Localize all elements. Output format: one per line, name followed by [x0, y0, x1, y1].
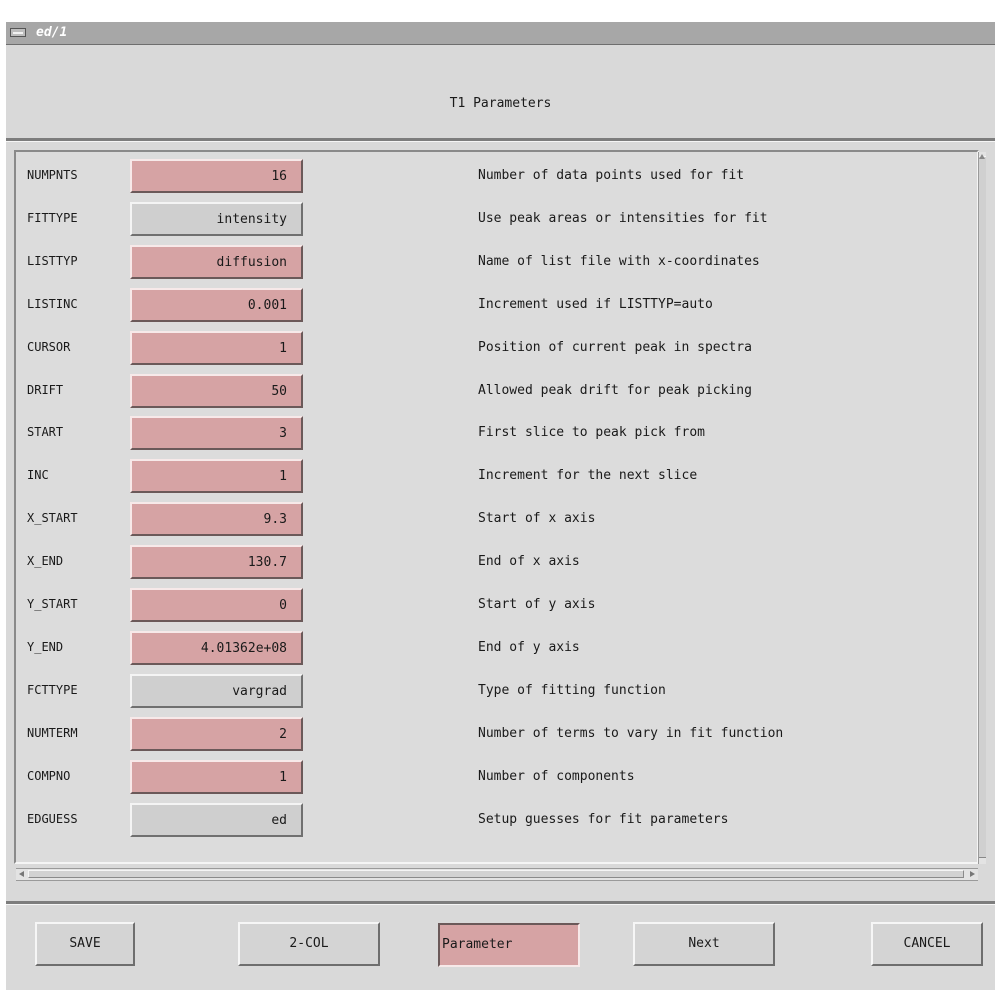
param-name: CURSOR: [27, 339, 71, 354]
cancel-button[interactable]: CANCEL: [871, 922, 983, 966]
param-name: LISTINC: [27, 296, 78, 311]
param-option-menu[interactable]: vargrad: [130, 673, 303, 708]
param-name: EDGUESS: [27, 811, 78, 826]
dialog-header: T1 Parameters: [6, 44, 995, 141]
param-description: Setup guesses for fit parameters: [478, 811, 729, 827]
param-description: Increment for the next slice: [478, 468, 698, 484]
param-value-field[interactable]: 3: [130, 416, 303, 451]
param-row: CURSOR 1 Position of current peak in spect…: [16, 330, 974, 366]
parameter-window: ed/1 T1 Parameters NUMPNTS 16 Number of da…: [6, 22, 995, 990]
param-name: LISTTYP: [27, 253, 78, 268]
param-value-field[interactable]: 130.7: [130, 545, 303, 580]
param-description: Start of x axis: [478, 511, 596, 527]
param-name: INC: [27, 468, 49, 483]
param-row: LISTINC 0.001 Increment used if LISTTYP=au…: [16, 287, 974, 323]
window-title: ed/1: [36, 25, 68, 40]
dialog-title: T1 Parameters: [449, 96, 552, 111]
param-description: Position of current peak in spectra: [478, 339, 752, 355]
param-value-field[interactable]: 1: [130, 330, 303, 365]
param-name: X_START: [27, 511, 78, 526]
param-description: Type of fitting function: [478, 682, 666, 698]
scroll-right-arrow-icon[interactable]: [970, 871, 975, 877]
param-row: LISTTYP diffusion Name of list file with x…: [16, 244, 974, 280]
param-row: X_END 130.7 End of x axis: [16, 544, 974, 580]
param-description: Name of list file with x-coordinates: [478, 253, 760, 269]
param-description: Allowed peak drift for peak picking: [478, 382, 752, 398]
param-option-menu[interactable]: ed: [130, 802, 303, 837]
param-description: End of y axis: [478, 639, 580, 655]
parameter-panel: NUMPNTS 16 Number of data points used for …: [14, 150, 986, 881]
param-value-field[interactable]: diffusion: [130, 244, 303, 279]
param-row: Y_END 4.01362e+08 End of y axis: [16, 630, 974, 666]
vertical-scrollbar[interactable]: [978, 152, 986, 864]
param-description: Number of terms to vary in fit function: [478, 725, 784, 741]
param-name: COMPNO: [27, 768, 71, 783]
param-description: End of x axis: [478, 554, 580, 570]
param-description: First slice to peak pick from: [478, 425, 705, 441]
param-value-field[interactable]: 50: [130, 373, 303, 408]
divider: [6, 901, 995, 904]
next-button[interactable]: Next: [633, 922, 775, 966]
vertical-scrollbar-thumb[interactable]: [979, 156, 986, 858]
param-option-menu[interactable]: intensity: [130, 201, 303, 236]
param-row: DRIFT 50 Allowed peak drift for peak picki…: [16, 373, 974, 409]
param-description: Start of y axis: [478, 597, 596, 612]
window-menu-icon[interactable]: [10, 28, 26, 37]
window-titlebar[interactable]: ed/1: [6, 22, 995, 45]
param-name: START: [27, 425, 64, 440]
param-name: Y_END: [27, 639, 64, 654]
param-description: Number of components: [478, 768, 635, 784]
parameter-input[interactable]: Parameter: [438, 923, 580, 967]
param-value-field[interactable]: 9.3: [130, 502, 303, 537]
param-name: NUMPNTS: [27, 168, 78, 182]
param-name: DRIFT: [27, 382, 64, 397]
param-row: EDGUESS ed Setup guesses for fit parameter…: [16, 802, 974, 838]
param-name: FCTTYPE: [27, 682, 78, 697]
param-row: INC 1 Increment for the next slice: [16, 458, 974, 494]
param-value-field[interactable]: 1: [130, 759, 303, 794]
param-value-field[interactable]: 0: [130, 588, 303, 622]
param-row: FITTYPE intensity Use peak areas or intens…: [16, 201, 974, 237]
param-name: X_END: [27, 554, 64, 569]
param-description: Number of data points used for fit: [478, 168, 745, 183]
param-name: Y_START: [27, 597, 78, 611]
param-description: Use peak areas or intensities for fit: [478, 210, 768, 226]
param-row: NUMTERM 2 Number of terms to vary in fit f…: [16, 716, 974, 752]
two-col-button[interactable]: 2-COL: [238, 922, 380, 966]
horizontal-scrollbar[interactable]: [16, 868, 978, 881]
scroll-up-arrow-icon[interactable]: [979, 154, 985, 159]
param-row: X_START 9.3 Start of x axis: [16, 501, 974, 537]
param-description: Increment used if LISTTYP=auto: [478, 296, 713, 312]
param-value-field[interactable]: 2: [130, 716, 303, 751]
param-row: START 3 First slice to peak pick from: [16, 415, 974, 451]
param-row: COMPNO 1 Number of components: [16, 759, 974, 795]
param-value-field[interactable]: 16: [130, 159, 303, 193]
param-name: FITTYPE: [27, 210, 78, 225]
param-value-field[interactable]: 0.001: [130, 287, 303, 322]
save-button[interactable]: SAVE: [35, 922, 135, 966]
param-row: Y_START 0 Start of y axis: [16, 587, 974, 623]
param-row: FCTTYPE vargrad Type of fitting function: [16, 673, 974, 709]
scroll-left-arrow-icon[interactable]: [19, 871, 24, 877]
param-value-field[interactable]: 4.01362e+08: [130, 630, 303, 665]
param-name: NUMTERM: [27, 725, 78, 740]
param-value-field[interactable]: 1: [130, 459, 303, 494]
param-row: NUMPNTS 16 Number of data points used for …: [16, 158, 974, 194]
horizontal-scrollbar-thumb[interactable]: [28, 870, 964, 878]
